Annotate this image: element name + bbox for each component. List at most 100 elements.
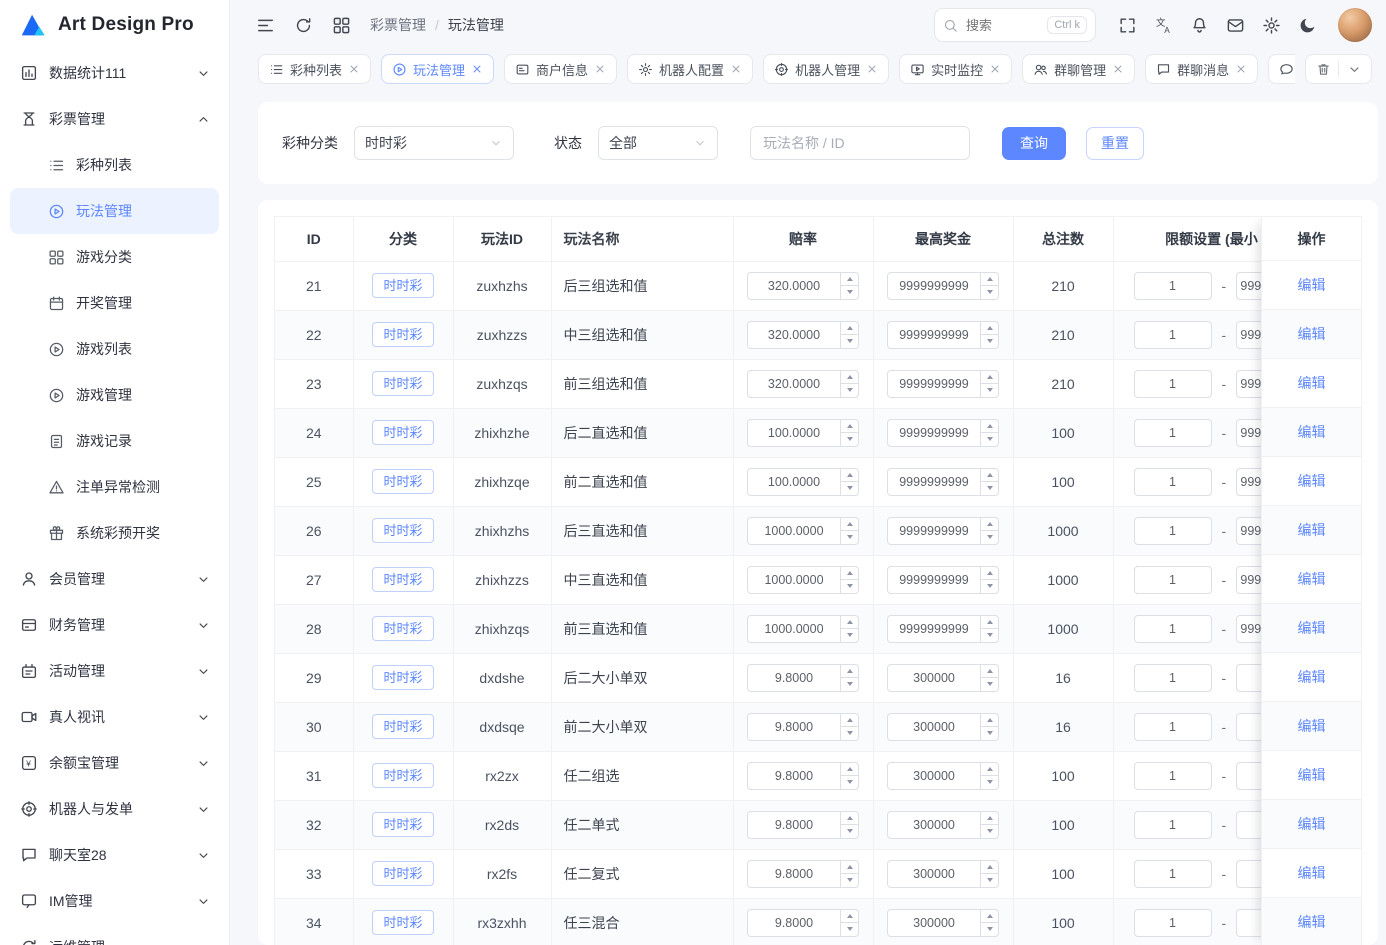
odds-input[interactable]: 9.8000 [747,664,859,692]
decrement-button[interactable] [841,726,858,740]
tab[interactable]: 群聊消息 [1145,54,1258,84]
sidebar-subitem[interactable]: 开奖管理 [10,280,219,326]
sidebar-subitem[interactable]: 玩法管理 [10,188,219,234]
limit-min-input[interactable]: 1 [1134,860,1212,888]
odds-input[interactable]: 320.0000 [747,321,859,349]
limit-min-input[interactable]: 1 [1134,615,1212,643]
tab[interactable]: 彩种列表 [258,54,371,84]
increment-button[interactable] [981,812,998,825]
increment-button[interactable] [841,910,858,923]
limit-min-input[interactable]: 1 [1134,419,1212,447]
trash-icon[interactable] [1308,55,1338,83]
increment-button[interactable] [841,371,858,384]
edit-link[interactable]: 编辑 [1298,373,1326,393]
tab[interactable]: 用户消息 [1268,54,1295,84]
odds-input[interactable]: 100.0000 [747,468,859,496]
increment-button[interactable] [981,665,998,678]
limit-min-input[interactable]: 1 [1134,517,1212,545]
limit-min-input[interactable]: 1 [1134,664,1212,692]
mail-icon[interactable] [1218,8,1252,42]
increment-button[interactable] [981,469,998,482]
increment-button[interactable] [841,861,858,874]
app-logo[interactable]: Art Design Pro [0,0,229,50]
max-prize-input[interactable]: 9999999999 [887,517,999,545]
odds-input[interactable]: 100.0000 [747,419,859,447]
decrement-button[interactable] [841,628,858,642]
limit-min-input[interactable]: 1 [1134,762,1212,790]
limit-min-input[interactable]: 1 [1134,321,1212,349]
status-select[interactable]: 全部 [598,126,718,160]
sidebar-item[interactable]: 真人视讯 [10,694,219,740]
sidebar-subitem[interactable]: 游戏列表 [10,326,219,372]
close-icon[interactable] [594,63,606,75]
limit-min-input[interactable]: 1 [1134,566,1212,594]
chevron-down-icon[interactable] [1339,55,1369,83]
decrement-button[interactable] [841,530,858,544]
global-search[interactable]: Ctrl k [934,8,1096,42]
decrement-button[interactable] [981,824,998,838]
keyword-input[interactable] [750,126,970,160]
sidebar-item[interactable]: 会员管理 [10,556,219,602]
increment-button[interactable] [841,812,858,825]
increment-button[interactable] [841,665,858,678]
category-select[interactable]: 时时彩 [354,126,514,160]
decrement-button[interactable] [841,873,858,887]
close-icon[interactable] [1112,63,1124,75]
odds-input[interactable]: 9.8000 [747,762,859,790]
max-prize-input[interactable]: 9999999999 [887,468,999,496]
max-prize-input[interactable]: 9999999999 [887,419,999,447]
max-prize-input[interactable]: 300000 [887,713,999,741]
sidebar-item[interactable]: ¥ 余额宝管理 [10,740,219,786]
breadcrumb-item[interactable]: 彩票管理 [370,15,426,35]
odds-input[interactable]: 320.0000 [747,370,859,398]
close-icon[interactable] [730,63,742,75]
increment-button[interactable] [841,567,858,580]
sidebar-item[interactable]: 数据统计111 [10,50,219,96]
increment-button[interactable] [841,420,858,433]
edit-link[interactable]: 编辑 [1298,520,1326,540]
decrement-button[interactable] [841,334,858,348]
limit-min-input[interactable]: 1 [1134,272,1212,300]
moon-icon[interactable] [1290,8,1324,42]
sidebar-subitem[interactable]: 注单异常检测 [10,464,219,510]
sidebar-subitem[interactable]: 游戏管理 [10,372,219,418]
limit-min-input[interactable]: 1 [1134,468,1212,496]
tab[interactable]: 群聊管理 [1022,54,1135,84]
edit-link[interactable]: 编辑 [1298,814,1326,834]
decrement-button[interactable] [841,579,858,593]
sidebar-item[interactable]: 活动管理 [10,648,219,694]
decrement-button[interactable] [981,285,998,299]
max-prize-input[interactable]: 300000 [887,664,999,692]
decrement-button[interactable] [981,628,998,642]
decrement-button[interactable] [841,383,858,397]
max-prize-input[interactable]: 300000 [887,909,999,937]
close-icon[interactable] [471,63,483,75]
sidebar-item[interactable]: 机器人与发单 [10,786,219,832]
edit-link[interactable]: 编辑 [1298,765,1326,785]
edit-link[interactable]: 编辑 [1298,422,1326,442]
increment-button[interactable] [981,420,998,433]
increment-button[interactable] [981,371,998,384]
increment-button[interactable] [981,714,998,727]
odds-input[interactable]: 9.8000 [747,811,859,839]
close-icon[interactable] [866,63,878,75]
decrement-button[interactable] [841,824,858,838]
tab[interactable]: 实时监控 [899,54,1012,84]
max-prize-input[interactable]: 300000 [887,762,999,790]
decrement-button[interactable] [981,334,998,348]
decrement-button[interactable] [841,285,858,299]
sidebar-item[interactable]: 彩票管理 [10,96,219,142]
odds-input[interactable]: 320.0000 [747,272,859,300]
decrement-button[interactable] [981,579,998,593]
max-prize-input[interactable]: 9999999999 [887,615,999,643]
gear-icon[interactable] [1254,8,1288,42]
limit-min-input[interactable]: 1 [1134,370,1212,398]
increment-button[interactable] [981,322,998,335]
search-button[interactable]: 查询 [1002,127,1066,160]
bell-icon[interactable] [1182,8,1216,42]
max-prize-input[interactable]: 9999999999 [887,272,999,300]
decrement-button[interactable] [981,726,998,740]
sidebar-subitem[interactable]: 彩种列表 [10,142,219,188]
odds-input[interactable]: 9.8000 [747,713,859,741]
tab[interactable]: 商户信息 [504,54,617,84]
